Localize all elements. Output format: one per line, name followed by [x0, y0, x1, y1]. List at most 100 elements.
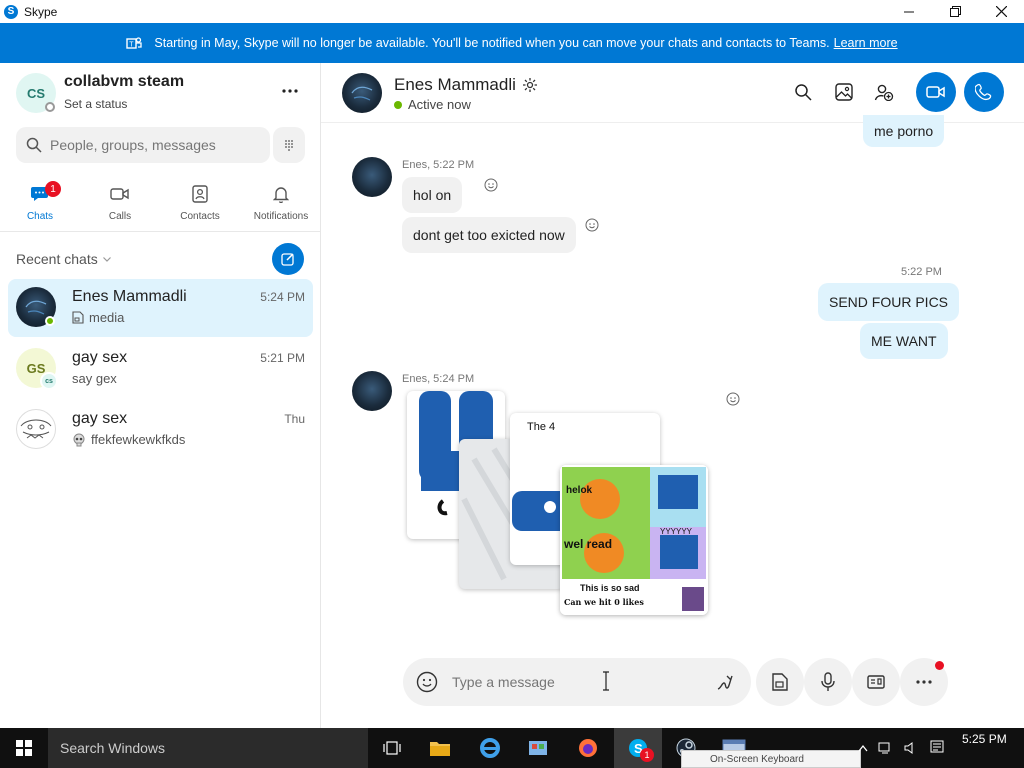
contact-card-icon — [192, 183, 208, 205]
sidebar: CS collabvm steam Set a status People, g… — [0, 63, 321, 728]
learn-more-link[interactable]: Learn more — [834, 36, 898, 50]
contact-card-icon — [867, 675, 885, 689]
gallery-button[interactable] — [827, 75, 861, 109]
search-icon — [795, 84, 812, 101]
task-view-icon — [383, 741, 401, 755]
audio-call-button[interactable] — [964, 72, 1004, 112]
add-reaction-icon[interactable] — [484, 178, 498, 192]
message-bubble-in[interactable]: dont get too exicted now — [402, 217, 576, 253]
profile-name[interactable]: collabvm steam — [64, 73, 184, 91]
tab-calls-label: Calls — [108, 211, 132, 222]
chat-preview: ffekfewkewkfkds — [72, 432, 185, 447]
teams-icon: T — [126, 37, 143, 49]
ellipsis-icon — [916, 680, 932, 684]
minimize-button[interactable] — [886, 0, 932, 23]
chevron-up-icon[interactable] — [858, 744, 868, 752]
chat-preview-text: media — [89, 310, 125, 325]
phone-icon — [975, 83, 992, 101]
restore-button[interactable] — [932, 0, 978, 23]
recent-chats-dropdown[interactable]: Recent chats — [16, 251, 111, 267]
add-reaction-icon[interactable] — [726, 392, 740, 406]
file-explorer-button[interactable] — [416, 728, 464, 768]
volume-icon[interactable] — [904, 742, 918, 754]
media-thumbnail-meme[interactable]: helok YYYYYY wel read This is so sad Can… — [560, 465, 708, 615]
presence-line: Active now — [394, 97, 471, 112]
more-options-button[interactable] — [278, 83, 302, 99]
message-bubble-in[interactable]: hol on — [402, 177, 463, 213]
chat-preview: media — [72, 310, 124, 325]
task-view-button[interactable] — [368, 728, 416, 768]
contact-avatar[interactable] — [342, 73, 382, 113]
meme-text-bottom: Can we hit 0 likes — [564, 597, 644, 607]
add-person-icon — [874, 84, 894, 101]
video-camera-icon — [926, 86, 945, 98]
tab-calls[interactable]: Calls — [85, 183, 155, 227]
windows-taskbar: Search Windows S 1 On-Screen Keyboard 5:… — [0, 728, 1024, 768]
chat-preview: say gex — [72, 371, 117, 386]
gear-icon[interactable] — [522, 77, 538, 93]
action-center-button[interactable] — [930, 740, 944, 754]
tab-notifications[interactable]: Notifications — [246, 183, 316, 227]
internet-explorer-button[interactable] — [466, 728, 514, 768]
bell-icon — [273, 183, 289, 205]
emoji-picker-icon[interactable] — [416, 671, 438, 693]
control-panel-icon — [529, 741, 547, 755]
ellipsis-icon — [282, 89, 298, 93]
message-input[interactable]: Type a message — [452, 674, 555, 690]
network-icon[interactable] — [878, 742, 894, 754]
more-actions-button[interactable] — [900, 658, 948, 706]
video-call-button[interactable] — [916, 72, 956, 112]
message-bubble-out[interactable]: ME WANT — [860, 323, 948, 359]
gallery-icon — [835, 83, 853, 101]
send-file-button[interactable] — [756, 658, 804, 706]
chat-time: 5:24 PM — [260, 290, 305, 304]
voice-message-button[interactable] — [804, 658, 852, 706]
chat-preview-text: ffekfewkewkfkds — [91, 432, 186, 447]
presence-status-icon — [45, 102, 55, 112]
tab-notifications-label: Notifications — [253, 211, 309, 222]
search-conversation-button[interactable] — [786, 75, 820, 109]
chat-row-group-2[interactable]: gay sex Thu ffekfewkewkfkds — [8, 401, 313, 459]
start-button[interactable] — [0, 728, 48, 768]
microphone-icon — [821, 672, 835, 691]
text-cursor-icon — [603, 671, 609, 691]
action-center-icon — [930, 740, 944, 753]
meme-text-mid: wel read — [564, 537, 613, 551]
chevron-down-icon — [102, 256, 111, 262]
media-album[interactable]: The 4 helok YYYYYY wel read This is so s… — [407, 391, 708, 617]
new-chat-button[interactable] — [272, 243, 304, 275]
dialpad-button[interactable] — [273, 127, 305, 163]
chat-name: gay sex — [72, 410, 128, 427]
title-bar: S Skype — [0, 0, 1024, 23]
add-reaction-icon[interactable] — [585, 218, 599, 232]
taskbar-search-input[interactable]: Search Windows — [60, 740, 165, 756]
message-bubble-out[interactable]: SEND FOUR PICS — [818, 283, 960, 321]
firefox-button[interactable] — [564, 728, 612, 768]
conversation-title[interactable]: Enes Mammadli — [394, 75, 538, 95]
message-bubble-out[interactable]: me porno — [863, 115, 945, 147]
taskbar-thumbnail-popup[interactable]: On-Screen Keyboard — [681, 750, 861, 768]
close-button[interactable] — [978, 0, 1024, 23]
handwriting-icon[interactable] — [716, 673, 734, 691]
search-input[interactable]: People, groups, messages — [50, 137, 216, 153]
chat-row-group-1[interactable]: GS cs gay sex 5:21 PM say gex — [8, 340, 313, 398]
control-panel-button[interactable] — [514, 728, 562, 768]
group-avatar-drawing — [16, 409, 56, 449]
message-composer[interactable]: Type a message — [403, 658, 751, 706]
send-contact-button[interactable] — [852, 658, 900, 706]
teams-migration-banner: T Starting in May, Skype will no longer … — [0, 23, 1024, 63]
tab-chats[interactable]: 1 Chats — [5, 181, 75, 227]
add-people-button[interactable] — [867, 75, 901, 109]
skype-taskbar-button[interactable]: S 1 — [614, 728, 662, 768]
skull-emoji-icon — [73, 433, 85, 446]
chat-row-enes[interactable]: Enes Mammadli 5:24 PM media — [8, 279, 313, 337]
search-box[interactable]: People, groups, messages — [16, 127, 270, 163]
tab-contacts[interactable]: Contacts — [165, 183, 235, 227]
taskbar-search-box[interactable]: Search Windows — [48, 728, 368, 768]
windows-logo-icon — [16, 740, 32, 756]
dialpad-icon — [285, 140, 293, 151]
set-status-link[interactable]: Set a status — [64, 97, 127, 111]
clock-time[interactable]: 5:25 PM — [962, 732, 1007, 746]
media-card-title: The 4 — [527, 421, 556, 433]
conversation-pane: Enes Mammadli Active now me porno Enes, … — [321, 63, 1024, 728]
